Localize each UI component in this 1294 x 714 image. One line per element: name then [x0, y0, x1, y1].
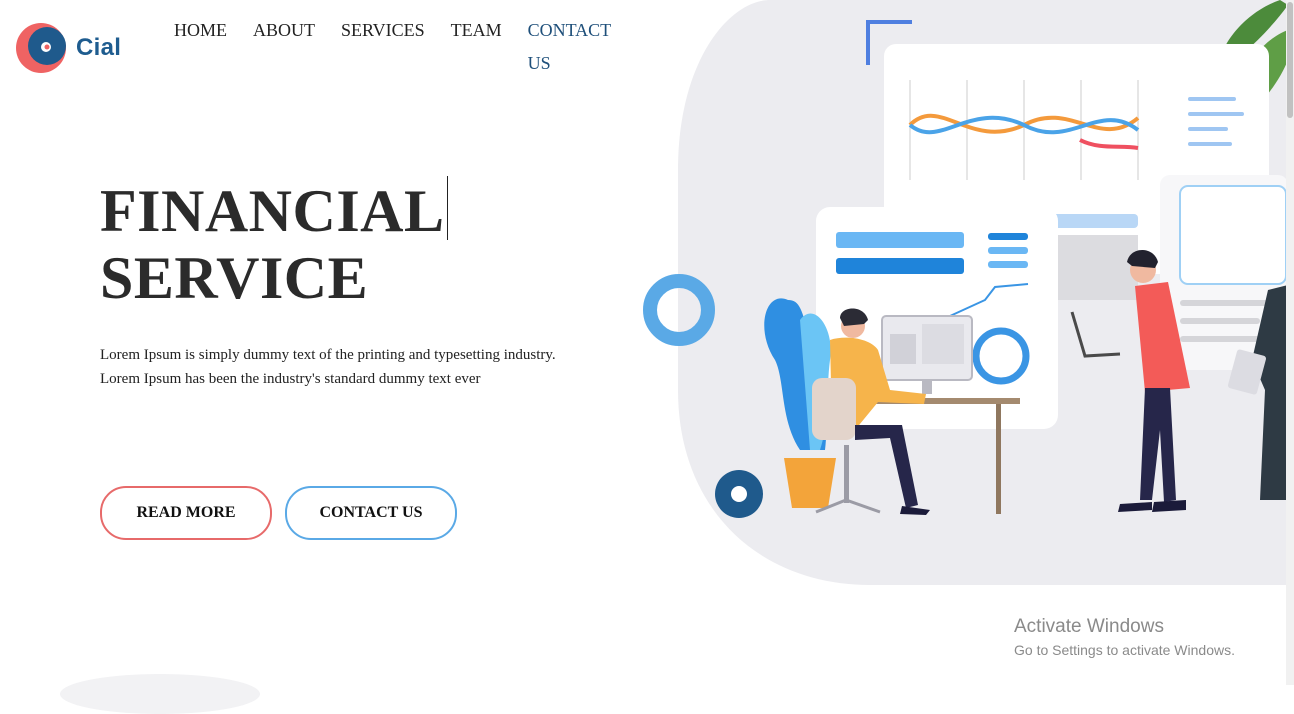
nav-services[interactable]: SERVICES: [341, 18, 425, 80]
windows-activation-watermark: Activate Windows Go to Settings to activ…: [1014, 616, 1235, 660]
hero-title: FINANCIAL SERVICE: [100, 176, 448, 312]
brand-logo[interactable]: Cial: [16, 22, 121, 74]
nav-contact-us[interactable]: CONTACT US: [528, 14, 616, 80]
hero-description-line-1: Lorem Ipsum is simply dummy text of the …: [100, 347, 556, 363]
read-more-button[interactable]: READ MORE: [100, 486, 272, 540]
activate-windows-subtitle: Go to Settings to activate Windows.: [1014, 642, 1235, 658]
nav-home[interactable]: HOME: [174, 18, 227, 80]
activate-windows-title: Activate Windows: [1014, 616, 1164, 637]
nav-about[interactable]: ABOUT: [253, 18, 315, 80]
brand-name: Cial: [76, 34, 122, 61]
bottom-decoration: [60, 674, 260, 714]
hero-description: Lorem Ipsum is simply dummy text of the …: [100, 343, 620, 391]
contact-us-button[interactable]: CONTACT US: [285, 486, 457, 540]
hero-title-line-1: FINANCIAL: [100, 178, 445, 244]
hero-illustration: [640, 0, 1288, 600]
scrollbar-thumb[interactable]: [1287, 2, 1293, 118]
text-caret: [446, 176, 448, 240]
page-scrollbar[interactable]: [1286, 0, 1294, 685]
ring-logo-icon: [16, 22, 68, 74]
main-nav: HOME ABOUT SERVICES TEAM CONTACT US: [174, 18, 642, 80]
hero-title-line-2: SERVICE: [100, 245, 369, 311]
nav-team[interactable]: TEAM: [451, 18, 502, 80]
hero-description-line-2: Lorem Ipsum has been the industry's stan…: [100, 371, 481, 387]
